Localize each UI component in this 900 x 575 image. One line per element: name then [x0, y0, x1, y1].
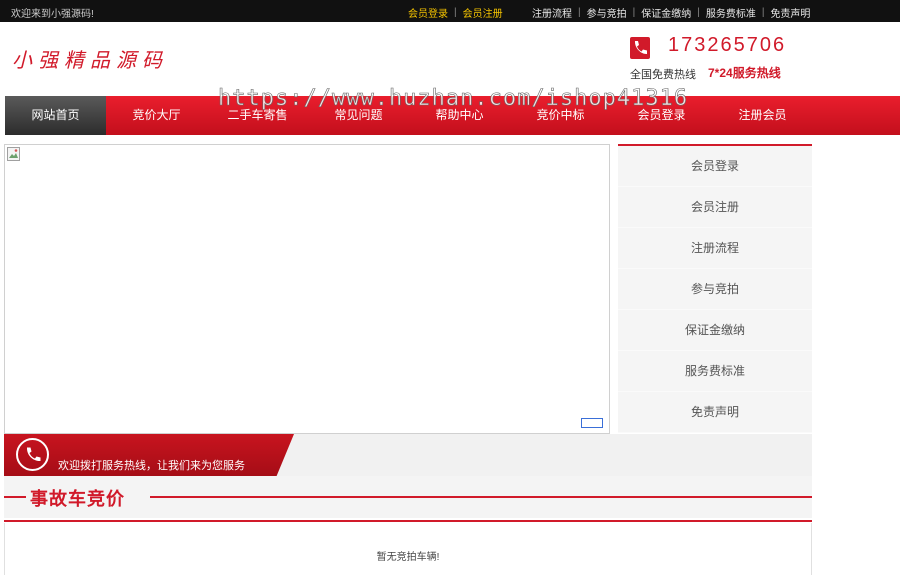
auth-links: 会员登录 | 会员注册: [408, 5, 503, 20]
top-link-join-auction[interactable]: 参与竞拍: [587, 5, 627, 20]
top-bar: 欢迎来到小强源码! 会员登录 | 会员注册 注册流程 | 参与竞拍 | 保证金缴…: [0, 0, 900, 22]
top-link-register-flow[interactable]: 注册流程: [532, 5, 572, 20]
service-text: 欢迎拨打服务热线，让我们来为您服务: [58, 460, 245, 472]
side-item-join-auction[interactable]: 参与竞拍: [618, 269, 812, 310]
section-title: 事故车竞价: [30, 489, 125, 509]
service-red-banner: 欢迎拨打服务热线，让我们来为您服务: [4, 434, 294, 476]
divider: [4, 520, 812, 522]
hotline-block: 173265706 全国免费热线 7*24服务热线: [630, 34, 810, 84]
phone-circle: [16, 438, 49, 471]
slider-pager-dot[interactable]: [581, 418, 603, 428]
side-item-login[interactable]: 会员登录: [618, 146, 812, 187]
service-hotline-strip: 欢迎拨打服务热线，让我们来为您服务: [4, 434, 812, 476]
top-login-link[interactable]: 会员登录: [408, 5, 448, 20]
nav-item-winning-bids[interactable]: 竞价中标: [510, 96, 611, 135]
phone-icon: [26, 447, 41, 462]
separator: |: [454, 7, 457, 18]
separator: |: [761, 7, 765, 18]
nav-item-register[interactable]: 注册会员: [712, 96, 813, 135]
side-item-register[interactable]: 会员注册: [618, 187, 812, 228]
top-links: 注册流程 | 参与竞拍 | 保证金缴纳 | 服务费标准 | 免责声明: [532, 5, 810, 20]
top-link-deposit[interactable]: 保证金缴纳: [641, 5, 691, 20]
nav-item-auction-hall[interactable]: 竞价大厅: [106, 96, 207, 135]
section-header: 事故车竞价: [4, 476, 812, 522]
top-link-fee-standard[interactable]: 服务费标准: [706, 5, 756, 20]
welcome-text: 欢迎来到小强源码!: [11, 9, 94, 20]
nav-item-faq[interactable]: 常见问题: [308, 96, 409, 135]
side-item-fee-standard[interactable]: 服务费标准: [618, 351, 812, 392]
top-link-disclaimer[interactable]: 免责声明: [770, 5, 810, 20]
separator: |: [697, 7, 700, 18]
top-register-link[interactable]: 会员注册: [463, 5, 503, 20]
nav-item-member-login[interactable]: 会员登录: [611, 96, 712, 135]
hotline-label: 全国免费热线: [630, 69, 696, 81]
nav-item-home[interactable]: 网站首页: [5, 96, 106, 135]
separator: |: [632, 7, 636, 18]
nav-item-used-car-consignment[interactable]: 二手车寄售: [207, 96, 308, 135]
banner-slider[interactable]: [4, 144, 610, 434]
side-menu: 会员登录 会员注册 注册流程 参与竞拍 保证金缴纳 服务费标准 免责声明: [618, 144, 812, 433]
broken-image-icon: [7, 147, 20, 161]
separator: |: [578, 7, 581, 18]
side-item-deposit[interactable]: 保证金缴纳: [618, 310, 812, 351]
side-item-disclaimer[interactable]: 免责声明: [618, 392, 812, 433]
phone-icon: [630, 37, 650, 59]
divider: [4, 496, 26, 498]
side-item-register-flow[interactable]: 注册流程: [618, 228, 812, 269]
main-nav: 网站首页 竞价大厅 二手车寄售 常见问题 帮助中心 竞价中标 会员登录 注册会员: [5, 96, 900, 135]
nav-item-help-center[interactable]: 帮助中心: [409, 96, 510, 135]
hotline-number: 173265706: [668, 34, 787, 56]
empty-message: 暂无竞拍车辆!: [376, 552, 440, 563]
hotline-label-24h: 7*24服务热线: [708, 66, 781, 80]
auction-listing: 暂无竞拍车辆!: [4, 523, 812, 575]
divider: [150, 496, 812, 498]
site-logo[interactable]: 小强精品源码: [12, 44, 168, 73]
